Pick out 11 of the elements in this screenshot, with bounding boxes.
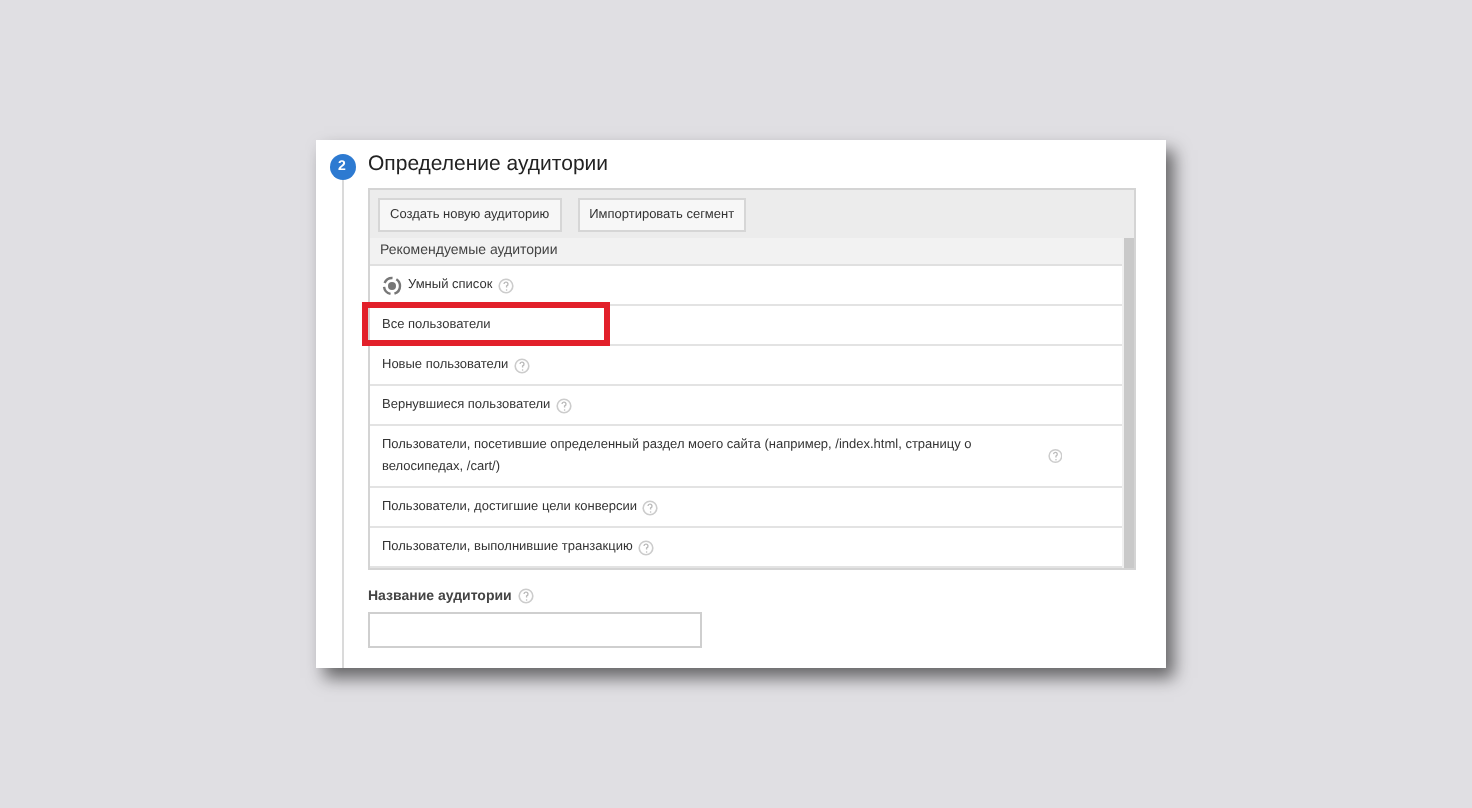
scrollbar[interactable] xyxy=(1122,238,1134,568)
step-title: Определение аудитории xyxy=(368,152,611,180)
smart-list-icon xyxy=(382,275,402,295)
audience-name-field[interactable] xyxy=(368,612,702,648)
help-icon[interactable] xyxy=(638,539,655,555)
help-icon[interactable] xyxy=(642,499,659,515)
help-icon[interactable] xyxy=(514,357,531,373)
help-icon[interactable] xyxy=(517,588,534,604)
help-icon[interactable] xyxy=(556,397,573,413)
help-icon[interactable] xyxy=(1047,448,1062,464)
help-icon[interactable] xyxy=(498,277,515,293)
